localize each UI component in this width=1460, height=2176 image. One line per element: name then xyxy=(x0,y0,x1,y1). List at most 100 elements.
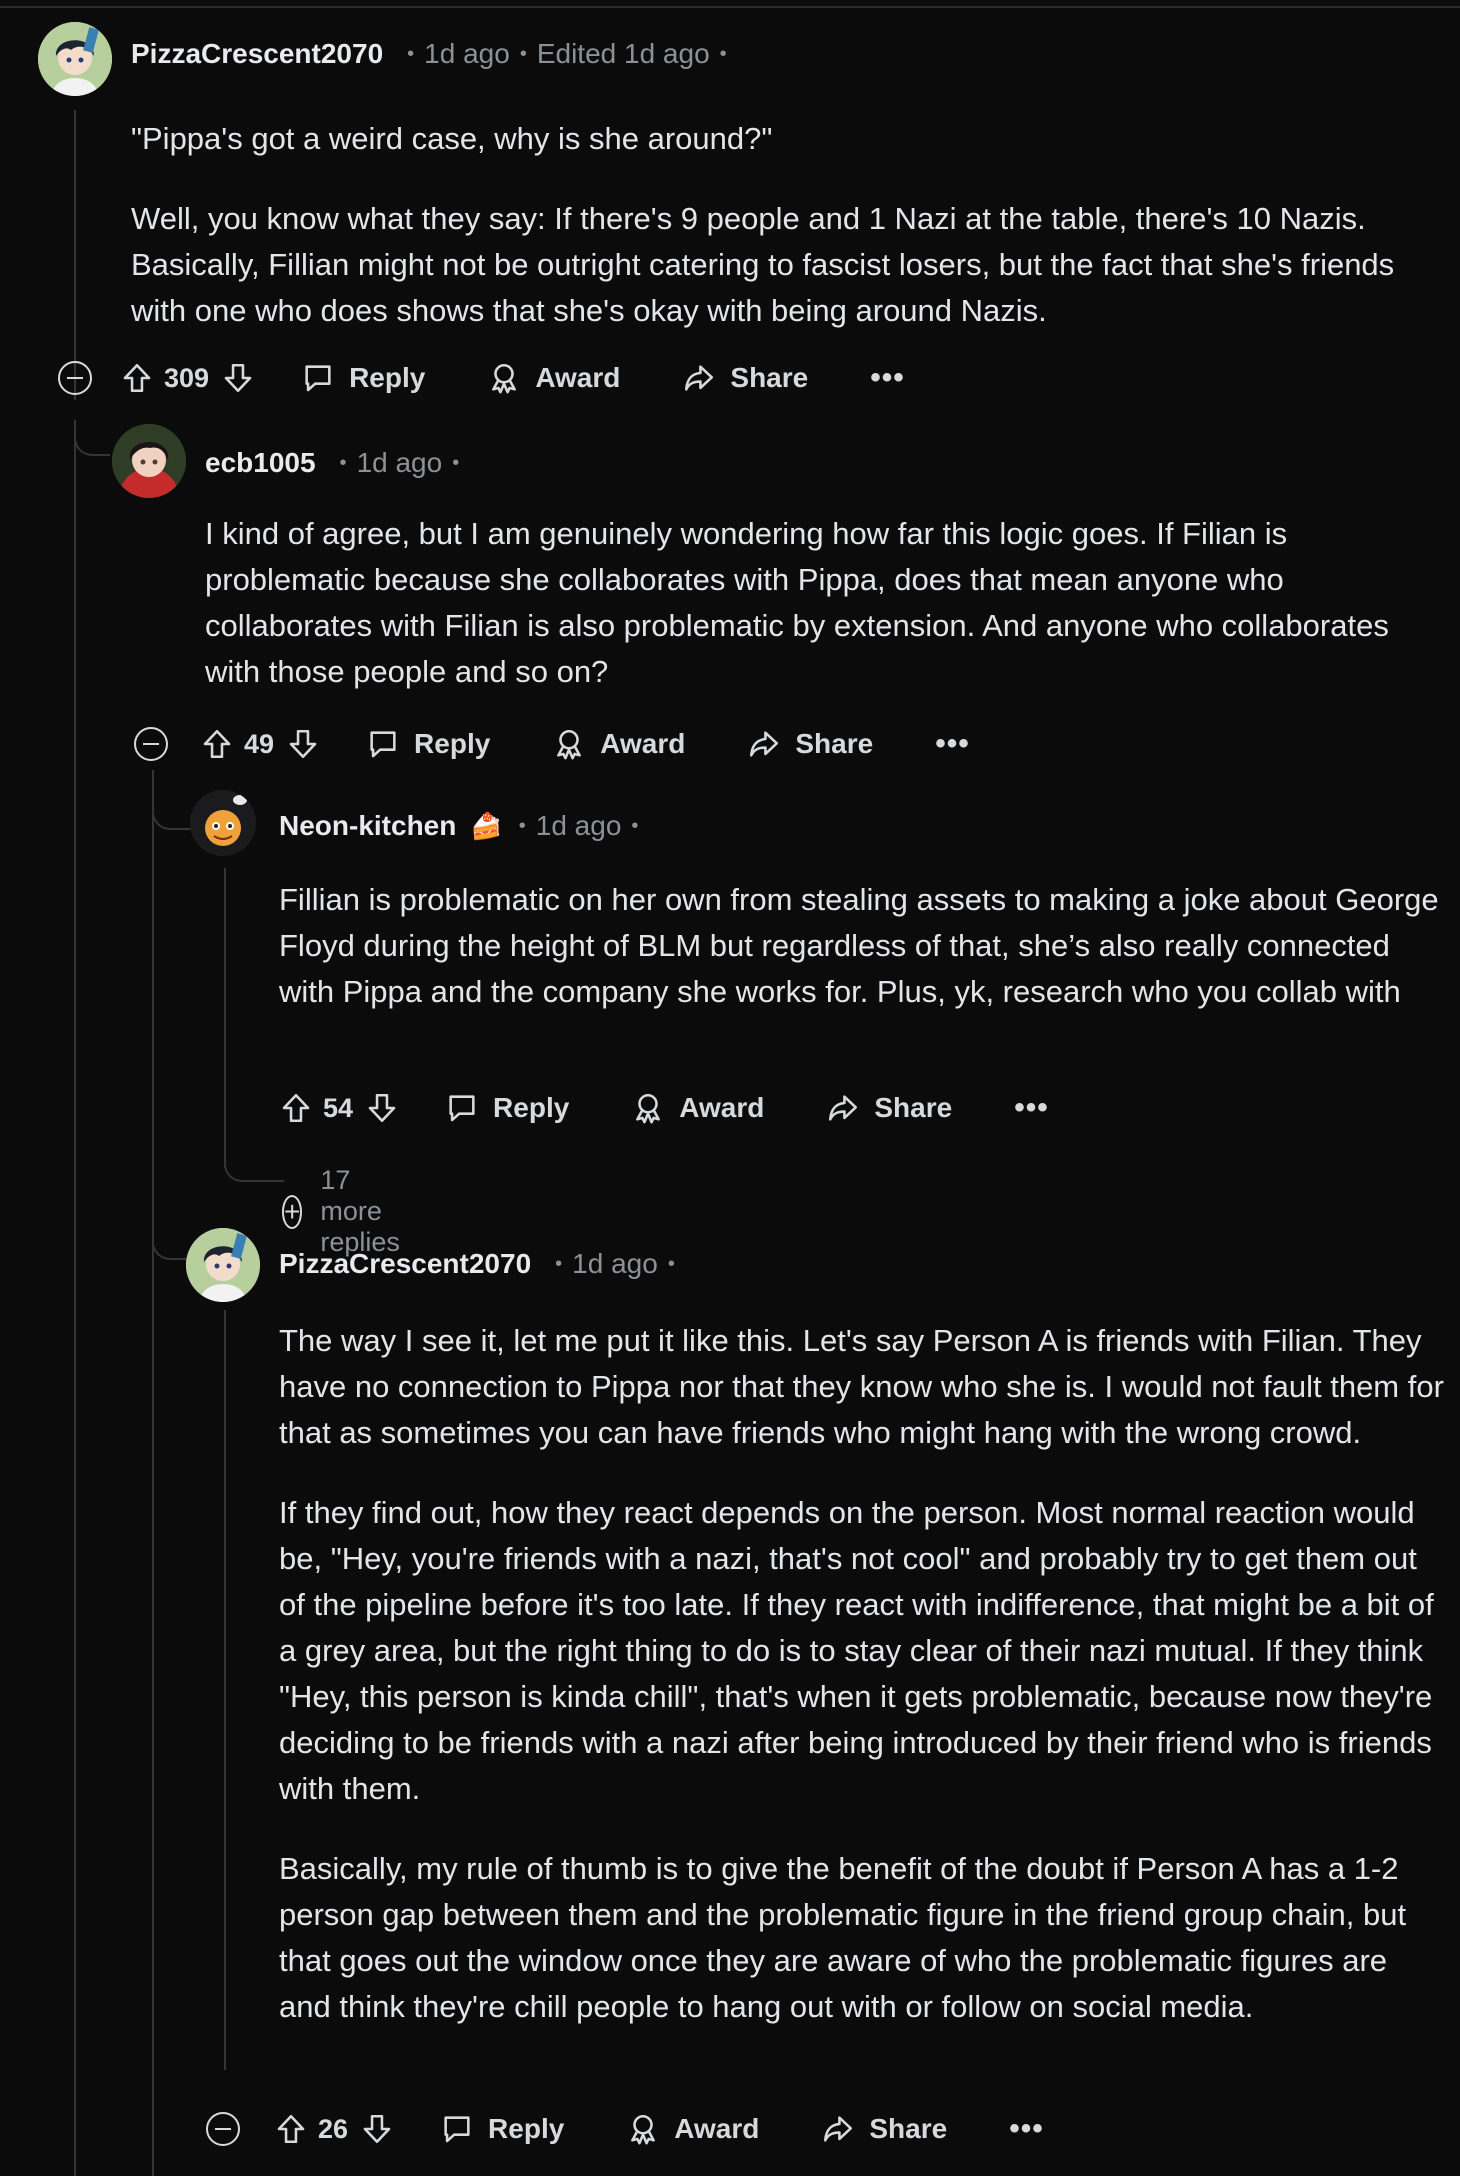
reply-button[interactable]: Reply xyxy=(440,2112,564,2146)
comment-meta: PizzaCrescent2070 • 1d ago • xyxy=(279,1248,685,1280)
upvote-icon[interactable] xyxy=(274,2112,308,2146)
username[interactable]: Neon-kitchen xyxy=(279,810,456,842)
separator-dot: • xyxy=(631,814,639,837)
comment-actions: 49 Reply Award Share ••• xyxy=(134,719,970,769)
downvote-icon[interactable] xyxy=(221,361,255,395)
timestamp[interactable]: 1d ago xyxy=(536,810,622,842)
downvote-icon[interactable] xyxy=(365,1091,399,1125)
comment-actions: 26 Reply Award Share ••• xyxy=(206,2104,1044,2154)
collapse-button[interactable] xyxy=(206,2112,240,2146)
award-label: Award xyxy=(600,728,686,759)
timestamp[interactable]: 1d ago xyxy=(357,447,443,479)
reply-icon xyxy=(440,2112,474,2146)
username[interactable]: ecb1005 xyxy=(205,447,316,479)
avatar[interactable] xyxy=(190,790,256,856)
comment-paragraph: If they find out, how they react depends… xyxy=(279,1495,1434,1806)
thread-line-level-1b[interactable] xyxy=(152,770,154,2176)
share-label: Share xyxy=(869,2113,948,2144)
minus-icon xyxy=(215,2128,231,2130)
award-icon xyxy=(487,361,521,395)
share-button[interactable]: Share xyxy=(821,2112,947,2146)
avatar-image xyxy=(186,1228,260,1302)
separator-dot: • xyxy=(719,42,727,65)
comment-paragraph: Well, you know what they say: If there's… xyxy=(131,201,1395,328)
thread-elbow xyxy=(74,422,110,456)
vote-count: 49 xyxy=(244,728,275,759)
share-icon xyxy=(747,727,781,761)
separator-dot: • xyxy=(667,1252,675,1275)
user-flair-cake-icon: 🍰 xyxy=(470,810,503,841)
upvote-icon[interactable] xyxy=(279,1091,313,1125)
upvote-icon[interactable] xyxy=(120,361,154,395)
share-button[interactable]: Share xyxy=(826,1091,952,1125)
more-options-button[interactable]: ••• xyxy=(870,361,905,395)
reply-button[interactable]: Reply xyxy=(445,1091,569,1125)
reply-label: Reply xyxy=(414,728,491,759)
username[interactable]: PizzaCrescent2070 xyxy=(279,1248,531,1280)
share-button[interactable]: Share xyxy=(747,727,873,761)
vote-count: 54 xyxy=(323,1092,354,1123)
avatar-image xyxy=(112,424,186,498)
separator-dot: • xyxy=(407,42,415,65)
downvote-icon[interactable] xyxy=(360,2112,394,2146)
thread-line-level-2[interactable] xyxy=(224,868,226,1168)
award-button[interactable]: Award xyxy=(552,727,685,761)
avatar[interactable] xyxy=(186,1228,260,1302)
avatar-image xyxy=(38,22,112,96)
share-label: Share xyxy=(795,728,874,759)
separator-dot: • xyxy=(555,1252,563,1275)
reply-button[interactable]: Reply xyxy=(366,727,490,761)
collapse-button[interactable] xyxy=(134,727,168,761)
award-label: Award xyxy=(674,2113,760,2144)
avatar[interactable] xyxy=(112,424,186,498)
reply-icon xyxy=(366,727,400,761)
award-icon xyxy=(626,2112,660,2146)
vote-count: 26 xyxy=(318,2113,349,2144)
minus-icon xyxy=(67,377,83,379)
separator-dot: • xyxy=(518,814,526,837)
more-options-button[interactable]: ••• xyxy=(1009,2112,1044,2146)
avatar[interactable] xyxy=(38,22,112,96)
collapse-button[interactable] xyxy=(58,361,92,395)
more-replies-button[interactable]: + 17 more replies xyxy=(282,1165,414,1258)
username[interactable]: PizzaCrescent2070 xyxy=(131,38,383,70)
more-replies-label: 17 more replies xyxy=(320,1165,400,1257)
comment-body: Fillian is problematic on her own from s… xyxy=(279,877,1444,1049)
plus-icon: + xyxy=(282,1194,303,1229)
thread-elbow xyxy=(224,1140,284,1182)
award-button[interactable]: Award xyxy=(487,361,620,395)
timestamp[interactable]: 1d ago xyxy=(424,38,510,70)
comment-meta: PizzaCrescent2070 • 1d ago • Edited 1d a… xyxy=(131,38,737,70)
minus-icon xyxy=(143,743,159,745)
comment-body: The way I see it, let me put it like thi… xyxy=(279,1318,1444,2064)
thread-line-level-0[interactable] xyxy=(74,420,76,2176)
share-icon xyxy=(826,1091,860,1125)
separator-dot: • xyxy=(452,451,460,474)
avatar-image xyxy=(190,790,256,856)
award-button[interactable]: Award xyxy=(626,2112,759,2146)
share-icon xyxy=(682,361,716,395)
comment-actions: 309 Reply Award Share ••• xyxy=(58,353,905,403)
award-label: Award xyxy=(679,1092,765,1123)
more-options-button[interactable]: ••• xyxy=(1014,1091,1049,1125)
comment-paragraph: Fillian is problematic on her own from s… xyxy=(279,882,1439,1009)
top-divider xyxy=(0,6,1460,8)
comment-paragraph: The way I see it, let me put it like thi… xyxy=(279,1323,1444,1450)
comment-actions: 54 Reply Award Share ••• xyxy=(279,1083,1049,1133)
upvote-icon[interactable] xyxy=(200,727,234,761)
downvote-icon[interactable] xyxy=(286,727,320,761)
comment-paragraph: I kind of agree, but I am genuinely wond… xyxy=(205,516,1389,689)
share-icon xyxy=(821,2112,855,2146)
reply-icon xyxy=(301,361,335,395)
comment-body: I kind of agree, but I am genuinely wond… xyxy=(205,511,1395,729)
reply-label: Reply xyxy=(349,362,426,393)
award-button[interactable]: Award xyxy=(631,1091,764,1125)
thread-line-level-2b[interactable] xyxy=(224,1310,226,2070)
comment-paragraph: "Pippa's got a weird case, why is she ar… xyxy=(131,121,773,156)
timestamp[interactable]: 1d ago xyxy=(572,1248,658,1280)
separator-dot: • xyxy=(339,451,347,474)
comment-meta: ecb1005 • 1d ago • xyxy=(205,447,469,479)
more-options-button[interactable]: ••• xyxy=(935,727,970,761)
share-button[interactable]: Share xyxy=(682,361,808,395)
reply-button[interactable]: Reply xyxy=(301,361,425,395)
